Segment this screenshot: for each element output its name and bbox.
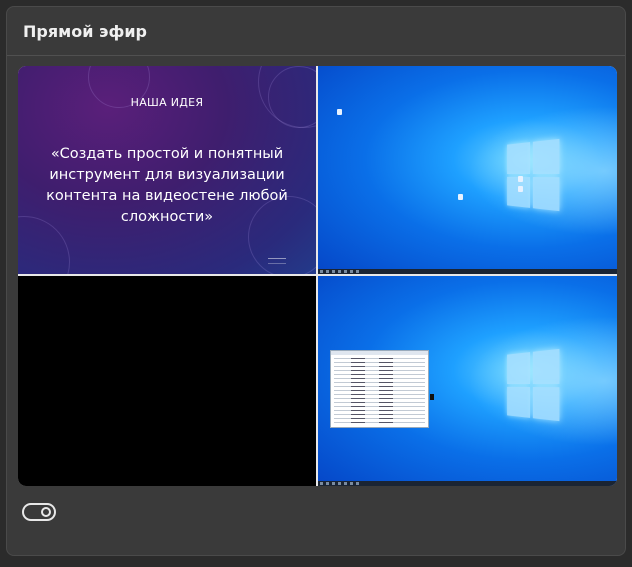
- taskbar: [318, 269, 617, 274]
- taskbar: [318, 481, 617, 486]
- tile-presentation[interactable]: НАША ИДЕЯ «Создать простой и понятный ин…: [18, 66, 316, 274]
- live-toggle-switch[interactable]: [22, 503, 56, 521]
- desktop-shortcut-icon: [518, 186, 523, 192]
- panel-header: Прямой эфир: [7, 7, 625, 56]
- desktop-shortcut-icon: [337, 109, 342, 115]
- desktop-shortcut-icon: [458, 194, 463, 200]
- tile-desktop-bottom[interactable]: [318, 276, 617, 486]
- videowall-preview[interactable]: НАША ИДЕЯ «Создать простой и понятный ин…: [18, 66, 617, 486]
- slide-heading: НАША ИДЕЯ: [130, 96, 204, 109]
- slide-footer-mark: [268, 258, 286, 264]
- tile-empty[interactable]: [18, 276, 316, 486]
- slide-quote: «Создать простой и понятный инструмент д…: [46, 146, 288, 225]
- live-stream-panel: Прямой эфир НАША ИДЕЯ «Создать простой и…: [6, 6, 626, 556]
- windows-logo-icon: [507, 348, 560, 422]
- windows-logo-icon: [507, 138, 560, 212]
- desktop-shortcut-icon: [518, 176, 523, 182]
- toggle-knob-icon: [41, 507, 51, 517]
- panel-title: Прямой эфир: [23, 21, 147, 41]
- tile-desktop-top[interactable]: [318, 66, 617, 274]
- app-window-thumbnail: [330, 350, 429, 428]
- mouse-cursor-icon: [430, 394, 434, 400]
